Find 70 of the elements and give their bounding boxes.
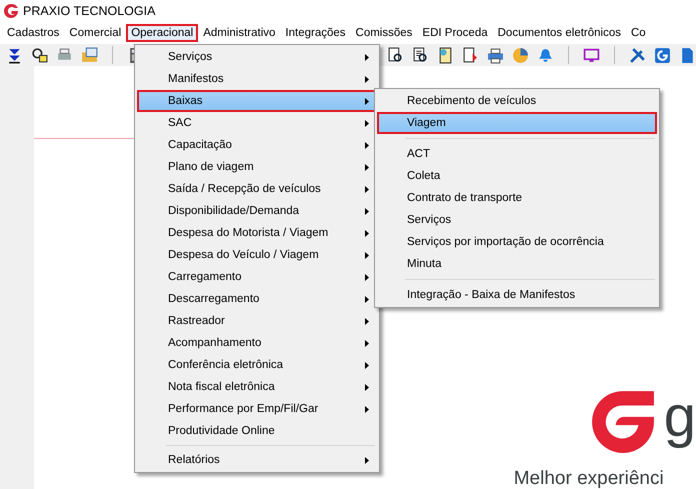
menu-item[interactable]: Contrato de transporte	[377, 187, 657, 209]
menu-item[interactable]: Carregamento	[137, 266, 377, 288]
menu-item[interactable]: Manifestos	[137, 68, 377, 90]
menu-item[interactable]: Performance por Emp/Fil/Gar	[137, 398, 377, 420]
menu-item[interactable]: Saída / Recepção de veículos	[137, 178, 377, 200]
submenu-arrow-icon	[365, 252, 369, 258]
menu-item[interactable]: Produtividade Online	[137, 420, 377, 442]
logo-icon	[590, 389, 656, 455]
submenu-arrow-icon	[365, 164, 369, 170]
menu-item[interactable]: Capacitação	[137, 134, 377, 156]
menu-bar-item[interactable]: Cadastros	[2, 24, 64, 42]
pie-chart-icon[interactable]	[512, 46, 530, 64]
menu-item[interactable]: Descarregamento	[137, 288, 377, 310]
submenu-arrow-icon	[365, 186, 369, 192]
submenu-arrow-icon	[365, 120, 369, 126]
menu-item[interactable]: Serviços	[377, 209, 657, 231]
menu-bar-item[interactable]: Integrações	[280, 24, 351, 42]
menu-bar-item[interactable]: Comissões	[350, 24, 418, 42]
submenu-arrow-icon	[365, 54, 369, 60]
menu-item[interactable]: Nota fiscal eletrônica	[137, 376, 377, 398]
submenu-arrow-icon	[365, 296, 369, 302]
menu-item[interactable]: Rastreador	[137, 310, 377, 332]
document-search-icon[interactable]	[387, 46, 404, 64]
submenu-arrow-icon	[365, 230, 369, 236]
menu-item[interactable]: Minuta	[377, 253, 657, 275]
document-arrow-icon[interactable]	[462, 46, 480, 64]
submenu-arrow-icon	[365, 456, 369, 464]
menu-item[interactable]: Relatórios	[137, 449, 377, 471]
double-down-arrow-icon[interactable]	[6, 46, 23, 64]
menu-item[interactable]: Despesa do Veículo / Viagem	[137, 244, 377, 266]
menu-item[interactable]: Acompanhamento	[137, 332, 377, 354]
menu-item[interactable]: Coleta	[377, 165, 657, 187]
logo-text: g	[664, 387, 696, 447]
submenu-arrow-icon	[365, 384, 369, 390]
monitor-icon[interactable]	[583, 46, 600, 64]
submenu-arrow-icon	[365, 142, 369, 148]
submenu-arrow-icon	[365, 340, 369, 346]
menu-bar-item[interactable]: Co	[626, 24, 651, 42]
tagline: Melhor experiênci	[514, 469, 665, 489]
menu-item[interactable]: Recebimento de veículos	[377, 90, 657, 112]
submenu-arrow-icon	[365, 362, 369, 368]
menu-item[interactable]: Disponibilidade/Demanda	[137, 200, 377, 222]
app-logo-icon	[3, 3, 19, 19]
document-search-icon[interactable]	[412, 46, 430, 64]
map-document-icon[interactable]	[437, 46, 454, 64]
menu-item[interactable]: Despesa do Motorista / Viagem	[137, 222, 377, 244]
menu-item[interactable]: Plano de viagem	[137, 156, 377, 178]
submenu-arrow-icon	[365, 208, 369, 214]
menu-bar-item[interactable]: EDI Proceda	[417, 24, 493, 42]
menu-item[interactable]: Serviços por importação de ocorrência	[377, 231, 657, 253]
document-icon[interactable]	[679, 46, 696, 64]
menu-item[interactable]: Conferência eletrônica	[137, 354, 377, 376]
menu-item[interactable]: Baixas	[137, 90, 377, 112]
menu-item[interactable]: Integração - Baixa de Manifestos	[377, 284, 657, 306]
submenu-arrow-icon	[365, 406, 369, 412]
menu-item[interactable]: ACT	[377, 143, 657, 165]
menu-item[interactable]: SAC	[137, 112, 377, 134]
logo-badge-icon[interactable]	[654, 46, 672, 64]
menu-bar-item[interactable]: Administrativo	[198, 24, 280, 42]
submenu-arrow-icon	[365, 98, 369, 104]
bell-icon[interactable]	[537, 46, 554, 64]
window-title: PRAXIO TECNOLOGIA	[23, 4, 156, 18]
menu-item[interactable]: Viagem	[377, 112, 657, 134]
folder-window-icon[interactable]	[81, 46, 98, 64]
menu-bar-item[interactable]: Comercial	[64, 24, 126, 42]
submenu-arrow-icon	[365, 76, 369, 82]
submenu-arrow-icon	[365, 274, 369, 280]
menu-bar-item[interactable]: Documentos eletrônicos	[492, 24, 626, 42]
submenu-arrow-icon	[365, 318, 369, 324]
menu-bar-item[interactable]: Operacional	[126, 24, 198, 42]
